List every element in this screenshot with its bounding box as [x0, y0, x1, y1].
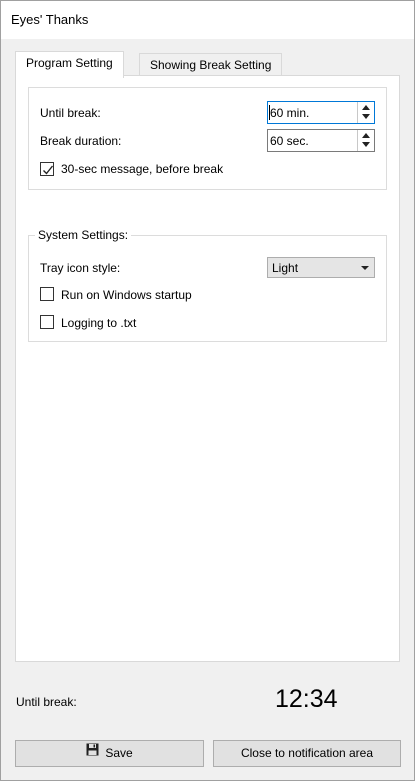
spin-down-icon[interactable] — [362, 142, 370, 147]
spinner-arrows — [357, 102, 374, 123]
close-to-notification-area-button[interactable]: Close to notification area — [213, 740, 401, 767]
logging-checkbox[interactable] — [40, 315, 54, 329]
tab-label: Showing Break Setting — [150, 58, 272, 72]
close-label: Close to notification area — [240, 746, 374, 760]
tab-program-setting[interactable]: Program Setting — [15, 51, 124, 78]
tray-icon-style-dropdown[interactable]: Light — [267, 257, 375, 278]
chevron-down-icon — [361, 266, 369, 270]
break-duration-spinner[interactable]: 60 sec. — [267, 129, 375, 152]
message-label[interactable]: 30-sec message, before break — [61, 162, 223, 176]
tray-icon-style-label: Tray icon style: — [40, 261, 121, 275]
checkmark-icon — [43, 165, 54, 175]
title-bar: Eyes' Thanks — [1, 1, 414, 39]
tray-icon-style-value: Light — [272, 261, 299, 275]
tab-showing-break-setting[interactable]: Showing Break Setting — [139, 53, 283, 75]
system-settings-legend: System Settings: — [35, 228, 132, 242]
window-title: Eyes' Thanks — [11, 12, 89, 27]
system-settings-group: System Settings: Tray icon style: Light … — [28, 228, 387, 342]
program-settings-group: Until break: 60 min. Break duration: 60 … — [28, 87, 387, 190]
logging-label[interactable]: Logging to .txt — [61, 316, 136, 330]
spin-down-icon[interactable] — [362, 114, 370, 119]
footer-until-break-label: Until break: — [16, 695, 77, 709]
until-break-spinner[interactable]: 60 min. — [267, 101, 375, 124]
until-break-value: 60 min. — [270, 106, 310, 120]
floppy-disk-icon — [86, 740, 99, 765]
break-duration-value: 60 sec. — [270, 134, 309, 148]
break-duration-label: Break duration: — [40, 134, 122, 148]
tab-label: Program Setting — [26, 56, 113, 70]
spinner-arrows — [357, 130, 374, 151]
spin-up-icon[interactable] — [362, 105, 370, 110]
tab-panel: Until break: 60 min. Break duration: 60 … — [15, 75, 400, 662]
countdown-clock: 12:34 — [275, 685, 338, 713]
until-break-label: Until break: — [40, 106, 101, 120]
app-window: Eyes' Thanks Program Setting Showing Bre… — [0, 0, 415, 781]
startup-checkbox[interactable] — [40, 287, 54, 301]
spin-up-icon[interactable] — [362, 133, 370, 138]
startup-label[interactable]: Run on Windows startup — [61, 288, 192, 302]
save-label: Save — [105, 746, 133, 760]
save-button[interactable]: Save — [15, 740, 204, 767]
message-checkbox[interactable] — [40, 162, 54, 176]
